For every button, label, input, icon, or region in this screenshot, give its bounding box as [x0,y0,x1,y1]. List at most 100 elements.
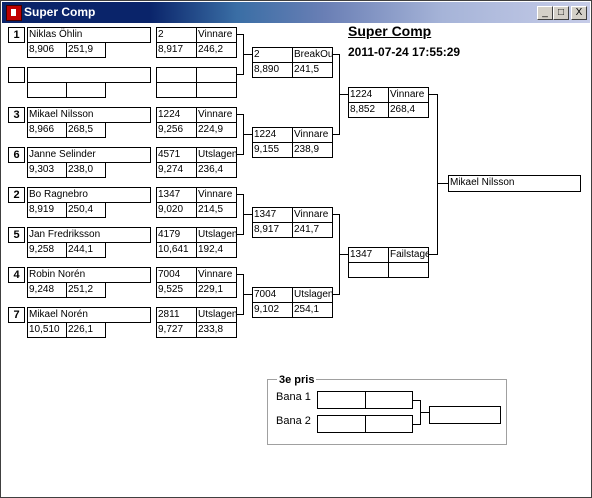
lane2-field-b[interactable] [365,415,413,433]
app-icon[interactable] [6,5,22,21]
result-field[interactable]: BreakOu [292,47,333,63]
et-field[interactable]: 8,917 [156,42,197,58]
et-field[interactable]: 8,917 [252,222,293,238]
window-title: Super Comp [24,5,96,19]
car-number-field[interactable]: 1224 [348,87,389,103]
driver-name-field[interactable]: Mikael Nilsson [27,107,151,123]
third-place-winner-field[interactable] [429,406,501,424]
speed-field[interactable]: 238,9 [292,142,333,158]
speed-field[interactable]: 268,4 [388,102,429,118]
result-field[interactable]: Vinnare [196,107,237,123]
et-field[interactable]: 9,727 [156,322,197,338]
reaction-time-field[interactable]: 9,258 [27,242,67,258]
car-number-field[interactable] [156,67,197,83]
et-field[interactable]: 9,020 [156,202,197,218]
speed-field[interactable]: 192,4 [196,242,237,258]
speed-field[interactable]: 226,1 [66,322,106,338]
et-field[interactable]: 10,641 [156,242,197,258]
speed-field[interactable]: 224,9 [196,122,237,138]
reaction-time-field[interactable]: 8,919 [27,202,67,218]
speed-field[interactable]: 241,7 [292,222,333,238]
result-field[interactable]: Utslagen [196,307,237,323]
speed-field[interactable]: 241,5 [292,62,333,78]
result-field[interactable]: Utslagen [196,147,237,163]
car-number-field[interactable]: 1347 [156,187,197,203]
reaction-time-field[interactable]: 8,966 [27,122,67,138]
driver-name-field[interactable] [27,67,151,83]
datetime-label: 2011-07-24 17:55:29 [348,45,461,59]
app-window: Super Comp _ □ X Super Comp 2011-07-24 1… [0,0,592,498]
et-field[interactable]: 9,274 [156,162,197,178]
final-winner-field[interactable]: Mikael Nilsson [448,175,581,192]
et-field[interactable] [348,262,389,278]
third-place-title: 3e pris [277,374,317,386]
et-field[interactable]: 9,102 [252,302,293,318]
speed-field[interactable]: 246,2 [196,42,237,58]
et-field[interactable]: 9,525 [156,282,197,298]
car-number-field[interactable]: 1347 [252,207,293,223]
speed-field[interactable]: 244,1 [66,242,106,258]
driver-name-field[interactable]: Bo Ragnebro [27,187,151,203]
result-field[interactable]: Vinnare [196,187,237,203]
car-number-field[interactable]: 2 [252,47,293,63]
speed-field[interactable]: 236,4 [196,162,237,178]
et-field[interactable]: 9,155 [252,142,293,158]
lane2-label: Bana 2 [276,415,311,427]
speed-field[interactable]: 250,4 [66,202,106,218]
reaction-time-field[interactable]: 9,303 [27,162,67,178]
car-number-field[interactable]: 1224 [156,107,197,123]
speed-field[interactable]: 251,9 [66,42,106,58]
result-field[interactable] [196,67,237,83]
car-number-field[interactable]: 1347 [348,247,389,263]
result-field[interactable]: Vinnare [292,207,333,223]
et-field[interactable] [156,82,197,98]
driver-name-field[interactable]: Mikael Norén [27,307,151,323]
result-field[interactable]: Vinnare [196,27,237,43]
reaction-time-field[interactable] [27,82,67,98]
lane1-label: Bana 1 [276,391,311,403]
speed-field[interactable]: 254,1 [292,302,333,318]
car-number-field[interactable]: 7004 [252,287,293,303]
driver-name-field[interactable]: Jan Fredriksson [27,227,151,243]
speed-field[interactable] [388,262,429,278]
result-field[interactable]: Utslagen [292,287,333,303]
reaction-time-field[interactable]: 10,510 [27,322,67,338]
lane1-field-b[interactable] [365,391,413,409]
speed-field[interactable]: 268,5 [66,122,106,138]
reaction-time-field[interactable]: 8,906 [27,42,67,58]
speed-field[interactable]: 233,8 [196,322,237,338]
car-number-field[interactable]: 4179 [156,227,197,243]
title-bar[interactable]: Super Comp _ □ X [2,2,590,23]
speed-field[interactable]: 214,5 [196,202,237,218]
speed-field[interactable] [196,82,237,98]
speed-field[interactable]: 251,2 [66,282,106,298]
car-number-field[interactable]: 2 [156,27,197,43]
maximize-button[interactable]: □ [553,6,569,20]
seed-box: 6 [8,147,25,163]
speed-field[interactable]: 238,0 [66,162,106,178]
car-number-field[interactable]: 2811 [156,307,197,323]
result-field[interactable]: Failstage [388,247,429,263]
result-field[interactable]: Vinnare [292,127,333,143]
seed-box: 7 [8,307,25,323]
lane1-field-a[interactable] [317,391,366,409]
seed-box [8,67,25,83]
car-number-field[interactable]: 7004 [156,267,197,283]
speed-field[interactable]: 229,1 [196,282,237,298]
car-number-field[interactable]: 4571 [156,147,197,163]
result-field[interactable]: Vinnare [196,267,237,283]
close-button[interactable]: X [571,6,587,20]
lane2-field-a[interactable] [317,415,366,433]
et-field[interactable]: 9,256 [156,122,197,138]
speed-field[interactable] [66,82,106,98]
result-field[interactable]: Utslagen [196,227,237,243]
car-number-field[interactable]: 1224 [252,127,293,143]
driver-name-field[interactable]: Niklas Öhlin [27,27,151,43]
et-field[interactable]: 8,890 [252,62,293,78]
driver-name-field[interactable]: Janne Selinder [27,147,151,163]
minimize-button[interactable]: _ [537,6,553,20]
result-field[interactable]: Vinnare [388,87,429,103]
et-field[interactable]: 8,852 [348,102,389,118]
driver-name-field[interactable]: Robin Norén [27,267,151,283]
reaction-time-field[interactable]: 9,248 [27,282,67,298]
